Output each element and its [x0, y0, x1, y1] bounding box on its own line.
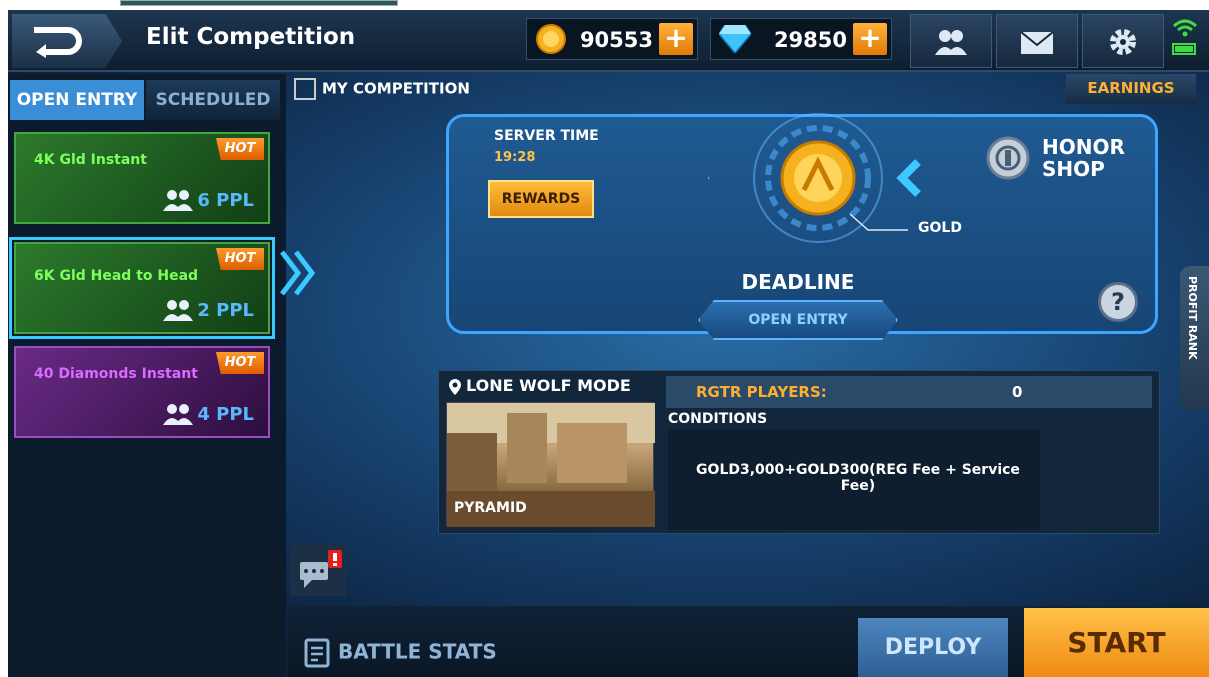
player-count: 2 PPL	[197, 300, 254, 321]
competition-list-panel: OPEN ENTRY SCHEDULED HOT 4K Gld Instant …	[8, 74, 286, 677]
mode-name: LONE WOLF MODE	[466, 376, 631, 395]
deploy-button[interactable]: DEPLOY	[858, 618, 1008, 677]
conditions-text: GOLD3,000+GOLD300(REG Fee + Service Fee)	[696, 462, 1020, 494]
competition-card[interactable]: HOT 4K Gld Instant 6 PPL	[14, 132, 270, 224]
game-screen: Elit Competition 90553 + 29850 + OPEN EN…	[8, 10, 1209, 677]
competition-name: 4K Gld Instant	[34, 152, 147, 168]
start-button[interactable]: START	[1024, 608, 1209, 677]
hot-badge: HOT	[216, 138, 264, 160]
gear-icon	[1110, 29, 1136, 55]
battle-stats-button[interactable]: BATTLE STATS	[304, 638, 497, 668]
profit-rank-tab[interactable]: PROFIT RANK	[1180, 266, 1209, 410]
registered-players-count: 0	[1012, 383, 1023, 401]
player-count: 6 PPL	[197, 190, 254, 211]
page-title: Elit Competition	[146, 24, 356, 50]
open-entry-status: OPEN ENTRY	[698, 300, 898, 340]
friends-button[interactable]	[910, 14, 992, 68]
rewards-button[interactable]: REWARDS	[488, 180, 594, 218]
gold-coin-icon	[536, 24, 566, 54]
deadline-label: DEADLINE	[741, 270, 855, 294]
players-icon	[163, 404, 193, 425]
honor-shop-icon[interactable]	[986, 136, 1030, 180]
battle-stats-label: BATTLE STATS	[338, 639, 497, 664]
honor-shop-label[interactable]: HONOR SHOP	[1042, 136, 1152, 180]
chat-alert-icon	[300, 550, 342, 588]
competition-card-selected[interactable]: HOT 6K Gld Head to Head 2 PPL	[9, 237, 275, 339]
player-count: 4 PPL	[197, 404, 254, 425]
tab-open-entry[interactable]: OPEN ENTRY	[10, 80, 144, 120]
friends-icon	[935, 30, 967, 55]
competition-name: 40 Diamonds Instant	[34, 366, 198, 382]
help-button[interactable]: ?	[1098, 282, 1138, 322]
diamond-currency: 29850 +	[710, 18, 892, 60]
progress-strip	[120, 0, 398, 6]
diamond-amount: 29850	[773, 28, 847, 52]
server-time-value: 19:28	[494, 150, 536, 165]
players-icon	[163, 300, 193, 321]
chat-button[interactable]	[290, 544, 346, 596]
add-diamond-button[interactable]: +	[853, 23, 887, 55]
competition-name: 6K Gld Head to Head	[34, 268, 199, 284]
mail-button[interactable]	[996, 14, 1078, 68]
conditions-label: CONDITIONS	[668, 411, 768, 427]
wifi-battery-icon	[1172, 19, 1198, 55]
back-arrow-icon	[34, 27, 82, 58]
mail-icon	[1020, 31, 1054, 54]
competition-card[interactable]: HOT 40 Diamonds Instant 4 PPL	[14, 346, 270, 438]
registered-players-label: RGTR PLAYERS:	[696, 383, 827, 401]
my-competition-label: MY COMPETITION	[322, 79, 470, 98]
players-icon	[163, 190, 193, 211]
gold-currency: 90553 +	[526, 18, 698, 60]
hot-badge: HOT	[216, 352, 264, 374]
selection-chevron-icon	[280, 250, 316, 296]
earnings-tab[interactable]: EARNINGS	[1066, 74, 1196, 104]
my-competition-toggle[interactable]: MY COMPETITION	[294, 78, 470, 100]
map-name: PYRAMID	[454, 500, 527, 516]
top-bar: Elit Competition 90553 + 29850 +	[8, 10, 1209, 72]
back-button[interactable]	[12, 14, 122, 68]
add-gold-button[interactable]: +	[659, 23, 693, 55]
gold-medal-icon	[708, 113, 921, 243]
my-competition-checkbox[interactable]	[294, 78, 316, 100]
document-icon	[304, 638, 330, 668]
gold-amount: 90553	[579, 28, 653, 52]
gold-label: GOLD	[918, 220, 962, 236]
tab-scheduled[interactable]: SCHEDULED	[146, 80, 280, 120]
profit-rank-label: PROFIT RANK	[1186, 276, 1199, 360]
hot-badge: HOT	[216, 248, 264, 270]
location-pin-icon	[449, 378, 461, 395]
mode-title: LONE WOLF MODE	[448, 376, 631, 396]
diamond-icon	[719, 25, 751, 53]
server-time-label: SERVER TIME	[494, 128, 599, 144]
settings-button[interactable]	[1082, 14, 1164, 68]
